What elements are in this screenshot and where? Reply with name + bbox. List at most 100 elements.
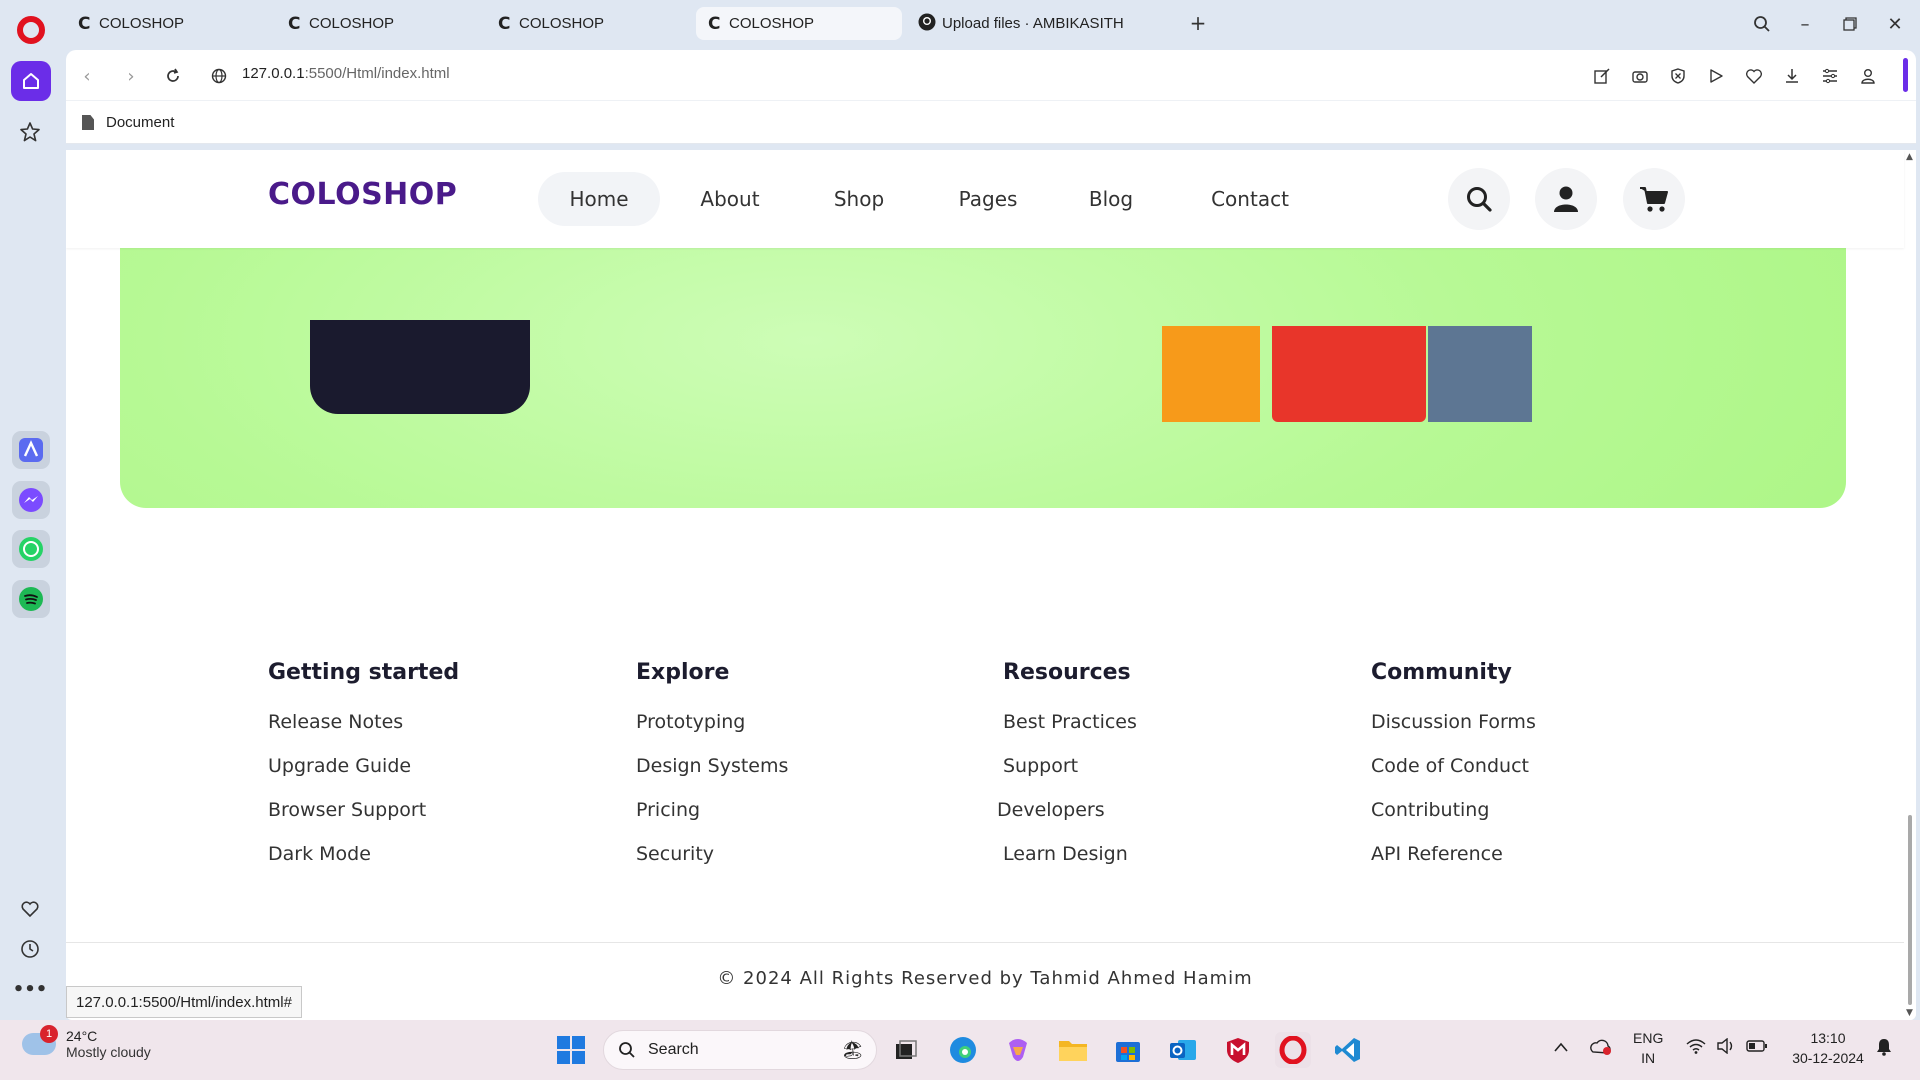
weather-temperature: 24°C [66,1028,98,1044]
site-search-icon[interactable] [1448,168,1510,230]
history-icon[interactable] [16,935,44,963]
file-explorer-icon[interactable] [1055,1032,1091,1068]
microsoft-store-icon[interactable] [1110,1032,1146,1068]
minimize-icon[interactable]: – [1791,10,1819,38]
tab-coloshop-3[interactable]: C COLOSHOP [486,7,692,40]
heart-icon[interactable] [16,895,44,923]
search-icon [619,1042,635,1058]
battery-icon[interactable] [1746,1038,1768,1058]
show-hidden-icons-icon[interactable] [1553,1038,1569,1058]
footer-link-prototyping[interactable]: Prototyping [636,711,996,755]
tab-coloshop-2[interactable]: C COLOSHOP [276,7,482,40]
footer-link-code-of-conduct[interactable]: Code of Conduct [1371,755,1731,799]
close-icon[interactable]: ✕ [1881,10,1909,38]
nav-home[interactable]: Home [538,172,660,226]
aria-app-icon[interactable] [12,431,50,469]
nav-contact[interactable]: Contact [1180,172,1320,226]
nav-shop[interactable]: Shop [804,172,914,226]
page-scrollbar[interactable]: ▲ ▼ [1904,150,1916,1020]
site-info-globe-icon[interactable] [206,63,232,89]
footer-link-support[interactable]: Support [1003,755,1363,799]
edge-browser-icon[interactable] [945,1032,981,1068]
footer-link-api-reference[interactable]: API Reference [1371,843,1731,887]
footer-link-security[interactable]: Security [636,843,996,887]
footer-link-developers[interactable]: Developers [997,799,1363,843]
wifi-icon[interactable] [1686,1038,1706,1059]
onedrive-status-icon[interactable] [1589,1038,1613,1061]
more-options-icon[interactable]: ••• [13,975,48,1003]
tab-coloshop-1[interactable]: C COLOSHOP [66,7,272,40]
tab-coloshop-active[interactable]: C COLOSHOP [696,7,902,40]
scroll-down-arrow-icon[interactable]: ▼ [1906,1008,1913,1018]
whatsapp-icon[interactable] [12,530,50,568]
scroll-up-arrow-icon[interactable]: ▲ [1906,152,1913,162]
scrollbar-thumb[interactable] [1908,815,1912,1005]
tab-github-upload[interactable]: Upload files · AMBIKASITH [906,7,1176,40]
profile-icon[interactable] [1855,63,1881,89]
edit-page-icon[interactable] [1589,63,1615,89]
download-icon[interactable] [1779,63,1805,89]
windows-start-icon[interactable] [553,1032,589,1068]
coloshop-favicon-icon: C [498,13,511,34]
easy-setup-icon[interactable] [1817,63,1843,89]
messenger-icon[interactable] [12,481,50,519]
search-tabs-icon[interactable] [1748,10,1776,38]
vscode-icon[interactable] [1330,1032,1366,1068]
footer-link-browser-support[interactable]: Browser Support [268,799,628,843]
cloud-weather-icon: 1 [22,1025,58,1055]
footer-link-discussion-forms[interactable]: Discussion Forms [1371,711,1731,755]
restore-icon[interactable] [1836,10,1864,38]
new-tab-button[interactable]: + [1186,11,1210,35]
copilot-icon[interactable] [1000,1032,1036,1068]
spotify-icon[interactable] [12,580,50,618]
home-icon[interactable] [11,61,51,101]
opera-sidebar: ••• [0,0,62,1020]
camera-icon[interactable] [1627,63,1653,89]
address-bar: ‹ › 127.0.0.1:5500/Html/index.html [66,50,1916,100]
language-indicator[interactable]: ENG IN [1633,1028,1663,1068]
bookmark-document[interactable]: Document [82,114,174,131]
clock[interactable]: 13:10 30-12-2024 [1782,1028,1874,1068]
notification-badge: 1 [40,1025,58,1043]
footer-link-best-practices[interactable]: Best Practices [1003,711,1363,755]
url-field[interactable]: 127.0.0.1:5500/Html/index.html [242,65,450,82]
weather-widget[interactable]: 1 24°C Mostly cloudy [22,1025,151,1060]
nav-pages[interactable]: Pages [928,172,1048,226]
back-icon[interactable]: ‹ [74,63,100,89]
nav-blog[interactable]: Blog [1056,172,1166,226]
user-account-icon[interactable] [1535,168,1597,230]
task-view-icon[interactable] [888,1032,924,1068]
mcafee-icon[interactable] [1220,1032,1256,1068]
coloshop-favicon-icon: C [708,13,721,34]
outlook-icon[interactable] [1165,1032,1201,1068]
star-icon[interactable] [16,118,44,146]
brand-logo[interactable]: COLOSHOP [268,177,457,212]
time: 13:10 [1810,1030,1846,1046]
notification-bell-icon[interactable] [1876,1038,1892,1061]
cart-icon[interactable] [1623,168,1685,230]
footer-link-learn-design[interactable]: Learn Design [1003,843,1363,887]
opera-taskbar-icon[interactable] [1275,1032,1311,1068]
hero-product-image-orange [1162,326,1260,422]
weather-description: Mostly cloudy [66,1044,151,1060]
page-viewport: COLOSHOP Home About Shop Pages Blog Cont… [66,150,1916,1020]
sidebar-toggle-indicator[interactable] [1903,58,1908,92]
taskbar-search-box[interactable]: Search 🏖 [603,1030,877,1070]
favorite-heart-icon[interactable] [1741,63,1767,89]
footer-link-dark-mode[interactable]: Dark Mode [268,843,628,887]
footer-link-contributing[interactable]: Contributing [1371,799,1731,843]
footer-link-design-systems[interactable]: Design Systems [636,755,996,799]
forward-icon[interactable]: › [118,63,144,89]
copyright-text: © 2024 All Rights Reserved by Tahmid Ahm… [717,968,1253,989]
nav-about[interactable]: About [670,172,790,226]
footer-column-getting-started: Getting started Release Notes Upgrade Gu… [268,660,628,887]
footer-link-pricing[interactable]: Pricing [636,799,996,843]
play-icon[interactable] [1703,63,1729,89]
footer-link-release-notes[interactable]: Release Notes [268,711,628,755]
opera-logo-icon[interactable] [17,16,45,44]
reload-icon[interactable] [160,63,186,89]
adblock-icon[interactable] [1665,63,1691,89]
hero-cta-button[interactable] [310,320,530,414]
volume-icon[interactable] [1716,1037,1736,1059]
footer-link-upgrade-guide[interactable]: Upgrade Guide [268,755,628,799]
